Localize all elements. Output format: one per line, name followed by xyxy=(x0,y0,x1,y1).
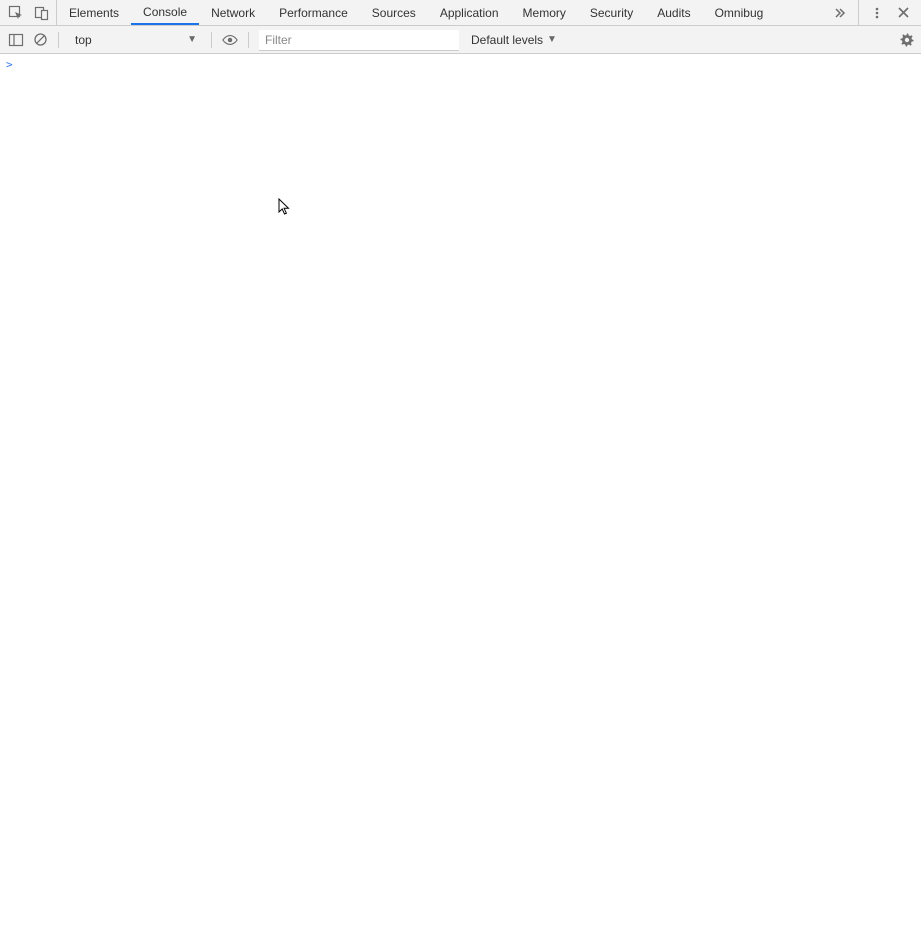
filter-input[interactable] xyxy=(259,30,459,50)
kebab-menu-icon[interactable] xyxy=(869,5,885,21)
console-body[interactable]: > xyxy=(0,54,921,935)
toolbar-separator xyxy=(211,32,212,48)
console-sidebar-toggle-icon[interactable] xyxy=(8,32,24,48)
cursor-icon xyxy=(278,198,292,219)
toolbar-separator xyxy=(248,32,249,48)
log-levels-selector[interactable]: Default levels ▼ xyxy=(467,33,561,47)
tab-label: Elements xyxy=(69,6,119,20)
close-icon[interactable] xyxy=(895,5,911,21)
chevron-down-icon: ▼ xyxy=(547,34,557,45)
tab-label: Performance xyxy=(279,6,348,20)
tab-label: Network xyxy=(211,6,255,20)
tab-audits[interactable]: Audits xyxy=(645,0,702,25)
console-toolbar: top ▼ Default levels ▼ xyxy=(0,26,921,54)
tab-label: Memory xyxy=(523,6,566,20)
tab-label: Audits xyxy=(657,6,690,20)
tab-performance[interactable]: Performance xyxy=(267,0,360,25)
clear-console-icon[interactable] xyxy=(32,32,48,48)
console-prompt: > xyxy=(6,58,13,71)
gear-icon[interactable] xyxy=(899,32,915,48)
tab-security[interactable]: Security xyxy=(578,0,645,25)
tab-sources[interactable]: Sources xyxy=(360,0,428,25)
tab-label: Application xyxy=(440,6,499,20)
tab-label: Sources xyxy=(372,6,416,20)
tab-omnibug[interactable]: Omnibug xyxy=(703,0,776,25)
tab-label: Security xyxy=(590,6,633,20)
chevron-down-icon: ▼ xyxy=(187,34,197,45)
context-selector-value: top xyxy=(75,33,92,47)
tab-console[interactable]: Console xyxy=(131,0,199,25)
tabs-overflow-button[interactable] xyxy=(822,0,858,25)
tabbar-right-controls xyxy=(858,0,921,25)
tab-application[interactable]: Application xyxy=(428,0,511,25)
log-levels-label: Default levels xyxy=(471,33,543,47)
tab-network[interactable]: Network xyxy=(199,0,267,25)
devtools-tabbar: Elements Console Network Performance Sou… xyxy=(0,0,921,26)
chevron-double-right-icon xyxy=(832,5,848,21)
device-toolbar-icon[interactable] xyxy=(34,5,50,21)
tab-memory[interactable]: Memory xyxy=(511,0,578,25)
tab-label: Omnibug xyxy=(715,6,764,20)
toolbar-separator xyxy=(58,32,59,48)
tabbar-left-controls xyxy=(0,0,57,25)
inspect-element-icon[interactable] xyxy=(8,5,24,21)
context-selector[interactable]: top ▼ xyxy=(69,30,201,50)
tab-elements[interactable]: Elements xyxy=(57,0,131,25)
tabbar-tabs: Elements Console Network Performance Sou… xyxy=(57,0,822,25)
live-expression-icon[interactable] xyxy=(222,32,238,48)
tab-label: Console xyxy=(143,5,187,19)
